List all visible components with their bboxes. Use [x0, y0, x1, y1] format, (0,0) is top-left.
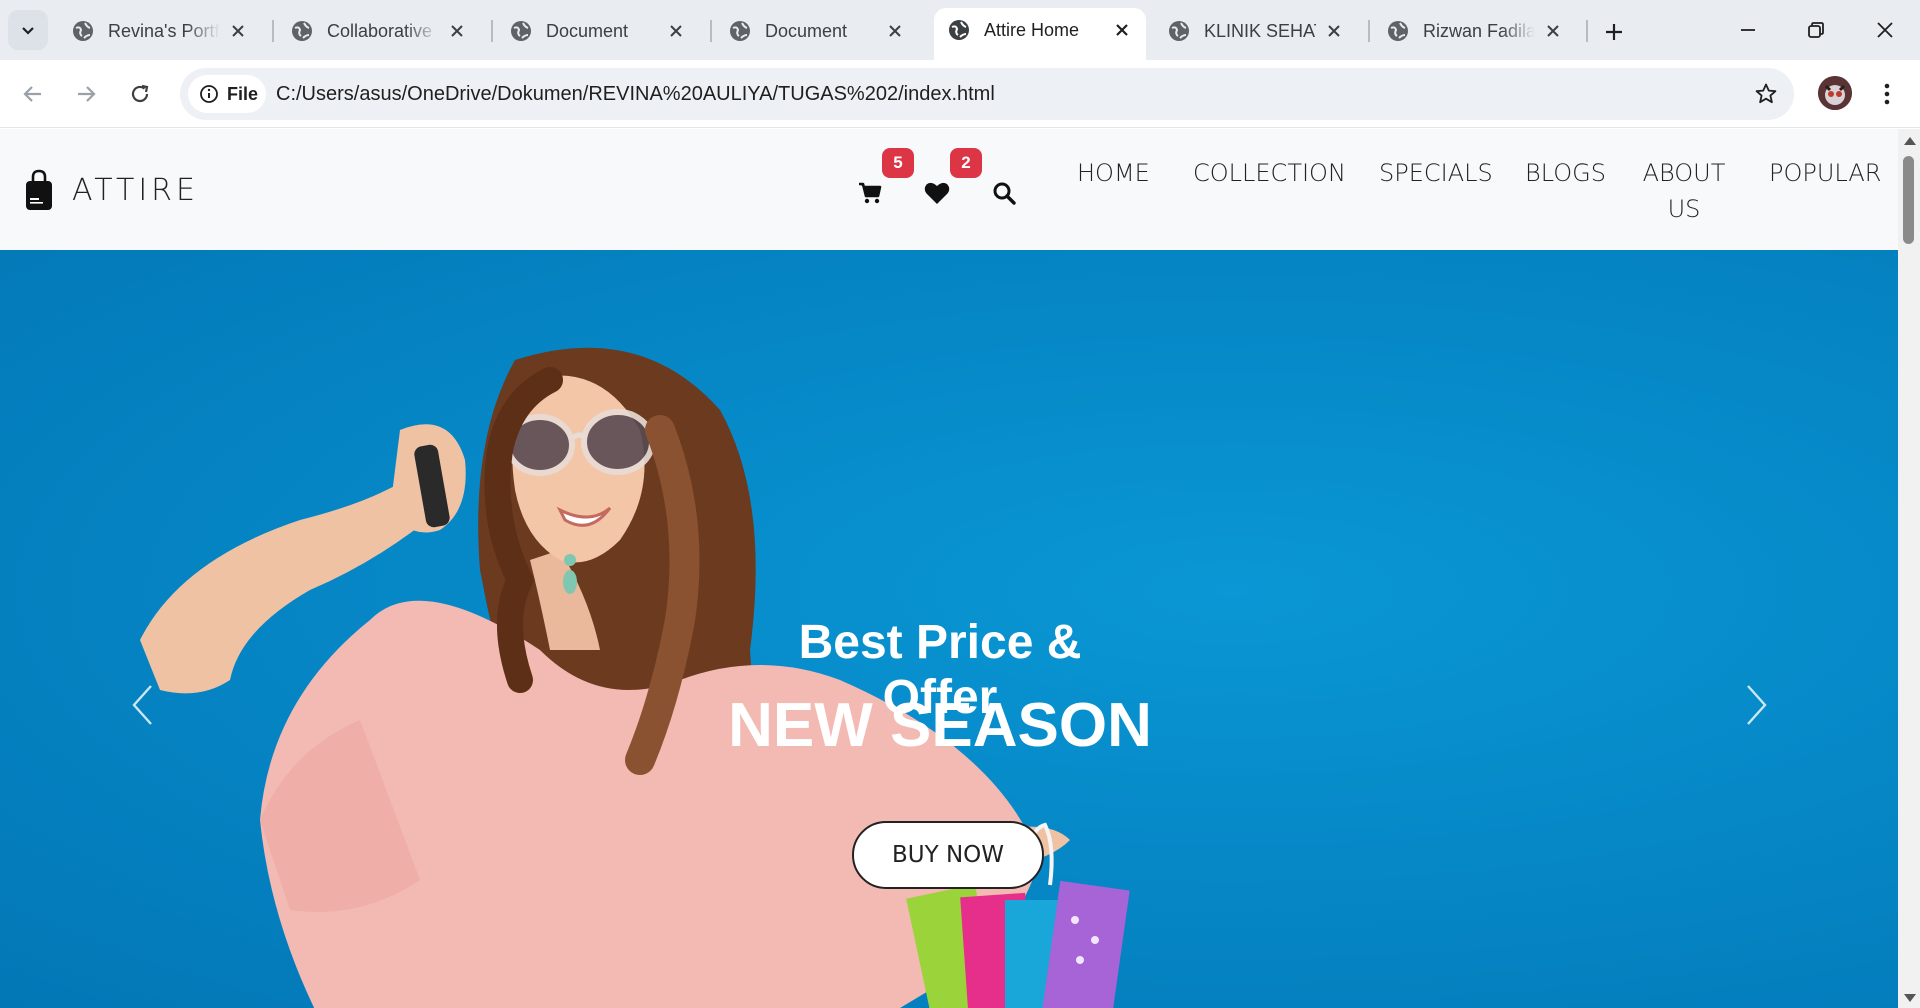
browser-tab-klinik-sehat[interactable]: KLINIK SEHAT [1154, 10, 1358, 60]
hero-headline: NEW SEASON [728, 691, 1152, 760]
profile-avatar[interactable] [1818, 76, 1852, 110]
tab-separator [1586, 20, 1588, 42]
tab-title: Collaborative Learning [327, 20, 439, 41]
search-icon [993, 182, 1016, 205]
scroll-down-arrow[interactable] [1904, 994, 1916, 1002]
wishlist-button[interactable] [923, 179, 951, 207]
close-icon[interactable] [1543, 21, 1563, 41]
tab-separator [272, 20, 274, 42]
info-icon [200, 85, 218, 103]
tab-title: Attire Home [984, 19, 1080, 40]
heart-icon [924, 182, 950, 204]
back-button[interactable] [13, 74, 53, 114]
nav-link-about-us[interactable]: ABOUT US [1629, 155, 1739, 227]
tab-title: Rizwan Fadilah [1423, 20, 1535, 41]
reload-button[interactable] [120, 74, 160, 114]
browser-tab-rizwan[interactable]: Rizwan Fadilah [1373, 10, 1577, 60]
url-text[interactable]: C:/Users/asus/OneDrive/Dokumen/REVINA%20… [276, 68, 995, 120]
globe-icon [73, 21, 93, 41]
close-icon[interactable] [885, 21, 905, 41]
scrollbar-thumb[interactable] [1903, 156, 1914, 244]
star-icon [1755, 83, 1777, 104]
cart-count-badge: 5 [882, 148, 914, 178]
plus-icon [1606, 24, 1622, 40]
carousel-prev-button[interactable] [118, 675, 168, 735]
shopping-cart-icon [859, 182, 882, 204]
chevron-down-icon [22, 27, 34, 35]
close-icon [1877, 22, 1893, 38]
carousel-next-button[interactable] [1731, 675, 1781, 735]
tab-title: KLINIK SEHAT [1204, 20, 1316, 41]
tab-separator [710, 20, 712, 42]
minimize-icon [1741, 29, 1755, 31]
scroll-up-arrow[interactable] [1904, 137, 1916, 145]
close-icon[interactable] [666, 21, 686, 41]
arrow-right-icon [78, 86, 96, 102]
arrow-left-icon [23, 86, 41, 102]
globe-icon [949, 20, 969, 40]
page-viewport: ATTIRE 5 2 HOME COLLECTION SPECIALS BLOG… [0, 129, 1898, 1008]
nav-link-blogs[interactable]: BLOGS [1525, 155, 1606, 191]
browser-tab-attire-home[interactable]: Attire Home [934, 8, 1146, 60]
cart-button[interactable] [856, 179, 884, 207]
nav-link-collection[interactable]: COLLECTION [1193, 155, 1346, 191]
chevron-left-icon [132, 685, 152, 725]
minimize-button[interactable] [1725, 8, 1771, 52]
nav-link-home[interactable]: HOME [1077, 155, 1150, 191]
close-window-button[interactable] [1862, 8, 1908, 52]
shopping-bag-icon [26, 169, 52, 210]
site-info-label: File [227, 83, 259, 104]
browser-tab-document-2[interactable]: Document [715, 10, 919, 60]
avatar-icon [1818, 76, 1852, 110]
tab-title: Revina's Portfolio [108, 20, 220, 41]
close-icon[interactable] [447, 21, 467, 41]
browser-tab-collaborative[interactable]: Collaborative Learning [277, 10, 481, 60]
forward-button[interactable] [66, 74, 106, 114]
wishlist-count-badge: 2 [950, 148, 982, 178]
restore-button[interactable] [1793, 8, 1839, 52]
tab-title: Document [765, 20, 848, 41]
brand-name: ATTIRE [72, 172, 199, 208]
browser-tab-document-1[interactable]: Document [496, 10, 700, 60]
search-button[interactable] [990, 179, 1018, 207]
browser-menu-button[interactable] [1872, 76, 1902, 112]
globe-icon [511, 21, 531, 41]
browser-tab-revina[interactable]: Revina's Portfolio [58, 10, 262, 60]
bookmark-button[interactable] [1752, 80, 1780, 108]
close-icon[interactable] [1324, 21, 1344, 41]
reload-icon [131, 84, 149, 103]
tab-title: Document [546, 20, 629, 41]
restore-icon [1808, 22, 1824, 38]
site-navbar: ATTIRE 5 2 HOME COLLECTION SPECIALS BLOG… [0, 129, 1898, 250]
browser-toolbar: File C:/Users/asus/OneDrive/Dokumen/REVI… [0, 60, 1920, 128]
chevron-right-icon [1747, 685, 1767, 725]
nav-link-popular[interactable]: POPULAR [1769, 155, 1881, 191]
new-tab-button[interactable] [1596, 14, 1632, 50]
site-brand[interactable]: ATTIRE [24, 169, 199, 211]
nav-link-specials[interactable]: SPECIALS [1379, 155, 1493, 191]
address-bar[interactable]: File C:/Users/asus/OneDrive/Dokumen/REVI… [180, 68, 1794, 120]
globe-icon [1169, 21, 1189, 41]
tab-separator [1368, 20, 1370, 42]
globe-icon [292, 21, 312, 41]
tab-separator [491, 20, 493, 42]
hero-carousel: Best Price & Offer NEW SEASON BUY NOW [0, 250, 1898, 1008]
close-icon[interactable] [1112, 20, 1132, 40]
more-vertical-icon [1884, 83, 1890, 105]
close-icon[interactable] [228, 21, 248, 41]
globe-icon [730, 21, 750, 41]
site-info-chip[interactable]: File [188, 75, 266, 113]
tab-search-button[interactable] [8, 10, 48, 50]
page-scrollbar[interactable] [1898, 129, 1920, 1008]
globe-icon [1388, 21, 1408, 41]
buy-now-button[interactable]: BUY NOW [852, 821, 1044, 889]
browser-tab-strip: Revina's Portfolio Collaborative Learnin… [0, 0, 1920, 60]
